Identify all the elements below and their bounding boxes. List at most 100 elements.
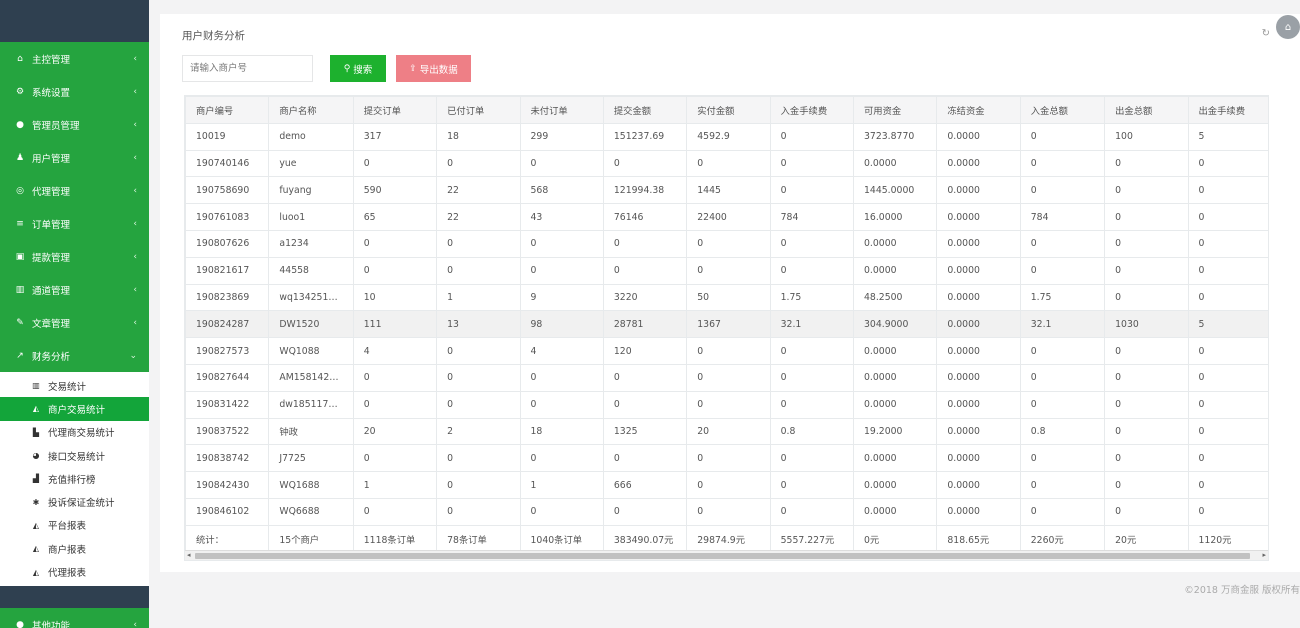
sidebar-item[interactable]: ⌂ 主控管理 ‹ <box>0 42 149 75</box>
sidebar-item-label: 通道管理 <box>32 285 71 297</box>
sidebar-subitem[interactable]: ◭ 代理报表 <box>0 560 149 583</box>
table-cell: 0 <box>769 497 855 526</box>
table-cell: 20 <box>352 417 438 446</box>
totals-cell: 统计： <box>185 524 270 553</box>
table-row[interactable]: 10019 demo 317 18 299 151237.69 4592.9 0 3723.87… <box>185 122 1268 151</box>
home-icon[interactable]: ⌂ <box>1276 15 1300 39</box>
refresh-icon[interactable]: ↻ <box>1262 28 1270 39</box>
table-cell: 0 <box>519 229 604 258</box>
column-header[interactable]: 出金手续费 <box>1187 96 1268 124</box>
table-header-row: 商户编号 商户名称 提交订单 已付订单 未付订单 提交金额 实付金额 入金手续费 可用资金 冻结资… <box>185 96 1268 124</box>
table-row[interactable]: 190842430 WQ1688 1 0 1 666 0 0 0.0000 0.0000 0 0 0 <box>185 471 1268 499</box>
table-cell: 0 <box>602 497 688 526</box>
sidebar-subitem[interactable]: ◭ 商户报表 <box>0 537 149 560</box>
column-header[interactable]: 提交订单 <box>352 96 438 124</box>
sidebar-item[interactable]: ♟ 用户管理 ‹ <box>0 141 149 174</box>
sidebar-subitem-label: 商户交易统计 <box>48 404 106 416</box>
scroll-left-icon[interactable]: ◂ <box>187 551 191 559</box>
table-row[interactable]: 190740146 yue 0 0 0 0 0 0 0.0000 0.0000 0 0 0 <box>185 149 1268 178</box>
table-cell: 0.0000 <box>852 471 938 499</box>
table-cell: 190846102 <box>185 497 270 526</box>
column-header[interactable]: 未付订单 <box>519 96 604 124</box>
table-cell: 100 <box>1104 122 1189 151</box>
table-row[interactable]: 190758690 fuyang 590 22 568 121994.38 1445 0 144… <box>185 176 1268 205</box>
table-cell: 0 <box>1187 256 1268 285</box>
sidebar-item[interactable]: ● 管理员管理 ‹ <box>0 108 149 141</box>
bar-chart-icon: ▥ <box>32 381 40 391</box>
column-header[interactable]: 商户编号 <box>185 96 270 124</box>
sidebar-item-label: 代理管理 <box>32 186 71 198</box>
scrollbar-thumb[interactable] <box>195 553 1250 559</box>
sidebar-item[interactable]: ⚙ 系统设置 ‹ <box>0 75 149 108</box>
table-cell: 0.0000 <box>936 417 1021 446</box>
table-row[interactable]: 190761083 luoo1 65 22 43 76146 22400 784 16.0000… <box>185 203 1268 231</box>
table-row[interactable]: 190827644 AM1581428... 0 0 0 0 0 0 0.0000 0.0000 0… <box>185 363 1268 392</box>
table-cell: 1445 <box>686 176 771 205</box>
sidebar-item[interactable]: ✎ 文章管理 ‹ <box>0 306 149 339</box>
table-cell: 0 <box>686 149 771 178</box>
sidebar-subitem[interactable]: ◕ 接口交易统计 <box>0 444 149 467</box>
horizontal-scrollbar[interactable]: ◂ ▸ <box>185 550 1268 560</box>
sidebar-subitem-label: 代理报表 <box>48 568 87 580</box>
totals-cell: 20元 <box>1104 524 1189 553</box>
column-header[interactable]: 出金总额 <box>1104 96 1189 124</box>
export-button[interactable]: ⇪ 导出数据 <box>396 55 471 82</box>
table-row[interactable]: 190837522 钟政 20 2 18 1325 20 0.8 19.2000 0.0000 0.… <box>185 417 1268 446</box>
chevron-left-icon: ‹ <box>133 53 137 64</box>
table-cell: 22400 <box>686 203 771 231</box>
table-row[interactable]: 190823869 wq1342512... 10 1 9 3220 50 1.75 48.25… <box>185 283 1268 312</box>
column-header[interactable]: 已付订单 <box>436 96 521 124</box>
sidebar-item[interactable]: ▣ 提款管理 ‹ <box>0 240 149 273</box>
search-input[interactable] <box>182 55 313 82</box>
sidebar-item-label: 用户管理 <box>32 153 71 165</box>
column-header[interactable]: 实付金额 <box>686 96 771 124</box>
sidebar-item[interactable]: ≡ 订单管理 ‹ <box>0 207 149 240</box>
table-row[interactable]: 190827573 WQ1088 4 0 4 120 0 0 0.0000 0.0000 0 0 0 <box>185 337 1268 365</box>
sidebar-subitem[interactable]: ▙ 代理商交易统计 <box>0 421 149 444</box>
sidebar-subitem-label: 充值排行榜 <box>48 474 96 486</box>
edit-icon: ✎ <box>16 317 24 328</box>
table-cell: 0.0000 <box>936 337 1021 365</box>
totals-cell: 2260元 <box>1019 524 1106 553</box>
table-cell: 0 <box>519 444 604 473</box>
table-cell: 0 <box>1019 337 1106 365</box>
sidebar-item-finance[interactable]: ↗ 财务分析 ⌄ <box>0 339 149 372</box>
table-cell: 0.0000 <box>936 471 1021 499</box>
table-cell: 190827573 <box>185 337 270 365</box>
table-row[interactable]: 190821617 44558 0 0 0 0 0 0 0.0000 0.0000 0 0 0 <box>185 256 1268 285</box>
table-row[interactable]: 190824287 DW1520 111 13 98 28781 1367 32.1 304.9… <box>185 310 1268 339</box>
sidebar-subitem[interactable]: ✱ 投诉保证金统计 <box>0 490 149 513</box>
sidebar-subitem[interactable]: ◭ 平台报表 <box>0 514 149 537</box>
table-cell: 0 <box>602 390 688 419</box>
column-header[interactable]: 提交金额 <box>602 96 688 124</box>
table-cell: 0.0000 <box>936 149 1021 178</box>
table-cell: 190837522 <box>185 417 270 446</box>
sidebar-subitem[interactable]: ▥ 交易统计 <box>0 374 149 397</box>
column-header[interactable]: 商户名称 <box>268 96 354 124</box>
table-cell: 4592.9 <box>686 122 771 151</box>
search-button[interactable]: ⚲ 搜索 <box>330 55 386 82</box>
scroll-right-icon[interactable]: ▸ <box>1262 551 1266 559</box>
table-cell: 0.8 <box>769 417 855 446</box>
column-header[interactable]: 可用资金 <box>852 96 938 124</box>
sidebar-item-label: 提款管理 <box>32 252 71 264</box>
table-cell: 32.1 <box>769 310 855 339</box>
chevron-left-icon: ‹ <box>133 86 137 97</box>
table-cell: 190823869 <box>185 283 270 312</box>
sidebar-subitem[interactable]: ▟ 充值排行榜 <box>0 467 149 490</box>
table-row[interactable]: 190831422 dw1851171... 0 0 0 0 0 0 0.0000 0.0000 0… <box>185 390 1268 419</box>
table-row[interactable]: 190807626 a1234 0 0 0 0 0 0 0.0000 0.0000 0 0 0 <box>185 229 1268 258</box>
column-header[interactable]: 入金总额 <box>1019 96 1106 124</box>
sidebar-item-other[interactable]: ● 其他功能 ‹ <box>0 608 149 628</box>
column-header[interactable]: 冻结资金 <box>936 96 1021 124</box>
table-row[interactable]: 190838742 J7725 0 0 0 0 0 0 0.0000 0.0000 0 0 0 <box>185 444 1268 473</box>
sidebar-item[interactable]: ▥ 通道管理 ‹ <box>0 273 149 306</box>
sidebar-subitem[interactable]: ◭ 商户交易统计 <box>0 397 149 421</box>
table-row[interactable]: 190846102 WQ6688 0 0 0 0 0 0 0.0000 0.0000 0 0 0 <box>185 497 1268 526</box>
table-cell: yue <box>268 149 354 178</box>
sidebar-item[interactable]: ◎ 代理管理 ‹ <box>0 174 149 207</box>
sidebar-menu: ⌂ 主控管理 ‹ ⚙ 系统设置 ‹ ● 管理员管理 ‹ ♟ 用户管理 ‹ ◎ 代理管理 ‹ ≡ 订单管理 ‹ ▣ 提款… <box>0 42 149 372</box>
column-header[interactable]: 入金手续费 <box>769 96 855 124</box>
table-cell: 0 <box>1104 203 1189 231</box>
handshake-icon: ◎ <box>16 185 24 196</box>
